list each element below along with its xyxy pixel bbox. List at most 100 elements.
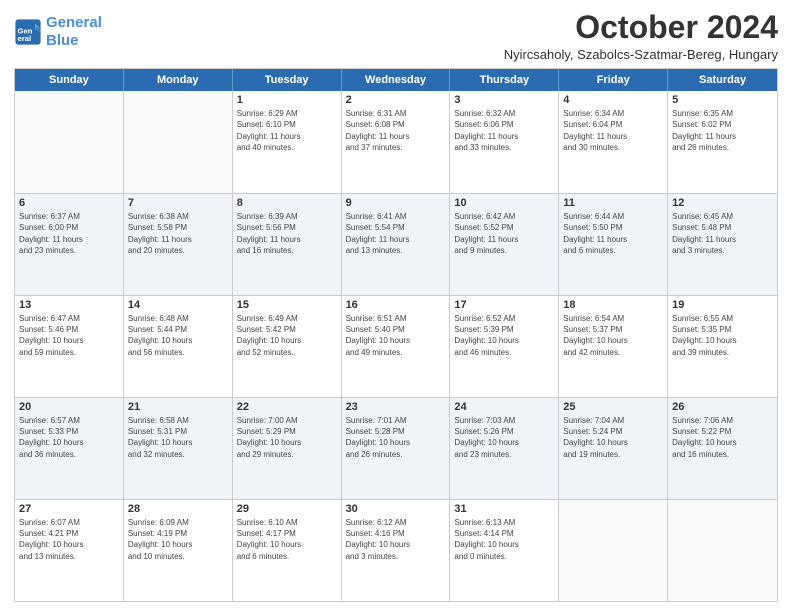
day-number: 1 [237, 94, 337, 106]
calendar-cell: 22Sunrise: 7:00 AM Sunset: 5:29 PM Dayli… [233, 398, 342, 499]
day-number: 20 [19, 401, 119, 413]
day-info: Sunrise: 6:42 AM Sunset: 5:52 PM Dayligh… [454, 211, 554, 256]
day-number: 2 [346, 94, 446, 106]
day-number: 24 [454, 401, 554, 413]
calendar-cell: 18Sunrise: 6:54 AM Sunset: 5:37 PM Dayli… [559, 296, 668, 397]
logo-text: General Blue [46, 14, 102, 50]
calendar-cell [559, 500, 668, 601]
calendar-cell: 1 Sunrise: 6:29 AM Sunset: 6:10 PM Daylig… [233, 91, 342, 193]
calendar-cell: 26 Sunrise: 7:06 AM Sunset: 5:22 PM Dayli… [668, 398, 777, 499]
calendar-cell: 4Sunrise: 6:34 AM Sunset: 6:04 PM Daylig… [559, 91, 668, 193]
calendar-header: SundayMondayTuesdayWednesdayThursdayFrid… [15, 69, 777, 91]
calendar-cell: 10 Sunrise: 6:42 AM Sunset: 5:52 PM Dayli… [450, 194, 559, 295]
day-info: Sunrise: 6:09 AM Sunset: 4:19 PM Dayligh… [128, 517, 228, 562]
day-number: 3 [454, 94, 554, 106]
calendar-cell: 29Sunrise: 6:10 AM Sunset: 4:17 PM Dayli… [233, 500, 342, 601]
weekday-header: Thursday [450, 69, 559, 91]
calendar-cell: 23 Sunrise: 7:01 AM Sunset: 5:28 PM Dayli… [342, 398, 451, 499]
day-number: 16 [346, 299, 446, 311]
day-number: 23 [346, 401, 446, 413]
day-number: 10 [454, 197, 554, 209]
day-info: Sunrise: 6:38 AM Sunset: 5:58 PM Dayligh… [128, 211, 228, 256]
day-number: 21 [128, 401, 228, 413]
calendar-cell: 9Sunrise: 6:41 AM Sunset: 5:54 PM Daylig… [342, 194, 451, 295]
day-info: Sunrise: 7:06 AM Sunset: 5:22 PM Dayligh… [672, 415, 773, 460]
calendar-cell [668, 500, 777, 601]
day-number: 30 [346, 503, 446, 515]
calendar-body: 1 Sunrise: 6:29 AM Sunset: 6:10 PM Daylig… [15, 91, 777, 601]
calendar-cell: 14Sunrise: 6:48 AM Sunset: 5:44 PM Dayli… [124, 296, 233, 397]
calendar-cell: 2Sunrise: 6:31 AM Sunset: 6:08 PM Daylig… [342, 91, 451, 193]
calendar-cell: 13 Sunrise: 6:47 AM Sunset: 5:46 PM Dayli… [15, 296, 124, 397]
day-number: 25 [563, 401, 663, 413]
location: Nyircsaholy, Szabolcs-Szatmar-Bereg, Hun… [504, 47, 778, 62]
day-info: Sunrise: 7:01 AM Sunset: 5:28 PM Dayligh… [346, 415, 446, 460]
day-number: 26 [672, 401, 773, 413]
logo-line2: Blue [46, 32, 79, 49]
day-number: 29 [237, 503, 337, 515]
day-info: Sunrise: 6:35 AM Sunset: 6:02 PM Dayligh… [672, 108, 773, 153]
calendar-cell: 30 Sunrise: 6:12 AM Sunset: 4:16 PM Dayli… [342, 500, 451, 601]
page: Gen eral General Blue October 2024 Nyirc… [0, 0, 792, 612]
svg-text:eral: eral [18, 34, 32, 43]
day-number: 7 [128, 197, 228, 209]
calendar-cell: 8 Sunrise: 6:39 AM Sunset: 5:56 PM Daylig… [233, 194, 342, 295]
weekday-header: Friday [559, 69, 668, 91]
calendar-row: 20 Sunrise: 6:57 AM Sunset: 5:33 PM Dayli… [15, 397, 777, 499]
day-number: 13 [19, 299, 119, 311]
day-info: Sunrise: 6:29 AM Sunset: 6:10 PM Dayligh… [237, 108, 337, 153]
day-info: Sunrise: 6:51 AM Sunset: 5:40 PM Dayligh… [346, 313, 446, 358]
day-info: Sunrise: 6:07 AM Sunset: 4:21 PM Dayligh… [19, 517, 119, 562]
day-info: Sunrise: 6:57 AM Sunset: 5:33 PM Dayligh… [19, 415, 119, 460]
calendar-cell: 15 Sunrise: 6:49 AM Sunset: 5:42 PM Dayli… [233, 296, 342, 397]
header: Gen eral General Blue October 2024 Nyirc… [14, 10, 778, 62]
day-info: Sunrise: 6:48 AM Sunset: 5:44 PM Dayligh… [128, 313, 228, 358]
day-info: Sunrise: 6:52 AM Sunset: 5:39 PM Dayligh… [454, 313, 554, 358]
logo-area: Gen eral General Blue [14, 14, 102, 50]
day-info: Sunrise: 6:12 AM Sunset: 4:16 PM Dayligh… [346, 517, 446, 562]
calendar-cell: 20 Sunrise: 6:57 AM Sunset: 5:33 PM Dayli… [15, 398, 124, 499]
day-info: Sunrise: 6:39 AM Sunset: 5:56 PM Dayligh… [237, 211, 337, 256]
calendar-cell: 11 Sunrise: 6:44 AM Sunset: 5:50 PM Dayli… [559, 194, 668, 295]
day-number: 19 [672, 299, 773, 311]
day-number: 15 [237, 299, 337, 311]
day-info: Sunrise: 6:44 AM Sunset: 5:50 PM Dayligh… [563, 211, 663, 256]
logo-line1: General [46, 14, 102, 31]
day-info: Sunrise: 6:49 AM Sunset: 5:42 PM Dayligh… [237, 313, 337, 358]
calendar-cell: 21Sunrise: 6:58 AM Sunset: 5:31 PM Dayli… [124, 398, 233, 499]
calendar-row: 13 Sunrise: 6:47 AM Sunset: 5:46 PM Dayli… [15, 295, 777, 397]
calendar: SundayMondayTuesdayWednesdayThursdayFrid… [14, 68, 778, 602]
day-number: 9 [346, 197, 446, 209]
calendar-cell: 24Sunrise: 7:03 AM Sunset: 5:26 PM Dayli… [450, 398, 559, 499]
calendar-cell: 17Sunrise: 6:52 AM Sunset: 5:39 PM Dayli… [450, 296, 559, 397]
day-info: Sunrise: 6:47 AM Sunset: 5:46 PM Dayligh… [19, 313, 119, 358]
weekday-header: Saturday [668, 69, 777, 91]
day-number: 6 [19, 197, 119, 209]
day-number: 8 [237, 197, 337, 209]
day-info: Sunrise: 6:45 AM Sunset: 5:48 PM Dayligh… [672, 211, 773, 256]
calendar-cell: 7 Sunrise: 6:38 AM Sunset: 5:58 PM Daylig… [124, 194, 233, 295]
weekday-header: Sunday [15, 69, 124, 91]
month-title: October 2024 [504, 10, 778, 45]
day-number: 31 [454, 503, 554, 515]
calendar-cell: 25Sunrise: 7:04 AM Sunset: 5:24 PM Dayli… [559, 398, 668, 499]
calendar-cell: 28Sunrise: 6:09 AM Sunset: 4:19 PM Dayli… [124, 500, 233, 601]
day-info: Sunrise: 6:34 AM Sunset: 6:04 PM Dayligh… [563, 108, 663, 153]
calendar-cell [124, 91, 233, 193]
weekday-header: Wednesday [342, 69, 451, 91]
calendar-cell: 6 Sunrise: 6:37 AM Sunset: 6:00 PM Daylig… [15, 194, 124, 295]
calendar-cell: 19 Sunrise: 6:55 AM Sunset: 5:35 PM Dayli… [668, 296, 777, 397]
calendar-cell: 5Sunrise: 6:35 AM Sunset: 6:02 PM Daylig… [668, 91, 777, 193]
day-number: 12 [672, 197, 773, 209]
calendar-cell: 31Sunrise: 6:13 AM Sunset: 4:14 PM Dayli… [450, 500, 559, 601]
calendar-row: 27Sunrise: 6:07 AM Sunset: 4:21 PM Dayli… [15, 499, 777, 601]
calendar-cell: 12 Sunrise: 6:45 AM Sunset: 5:48 PM Dayli… [668, 194, 777, 295]
day-info: Sunrise: 7:00 AM Sunset: 5:29 PM Dayligh… [237, 415, 337, 460]
calendar-row: 1 Sunrise: 6:29 AM Sunset: 6:10 PM Daylig… [15, 91, 777, 193]
day-info: Sunrise: 6:37 AM Sunset: 6:00 PM Dayligh… [19, 211, 119, 256]
day-info: Sunrise: 6:55 AM Sunset: 5:35 PM Dayligh… [672, 313, 773, 358]
day-number: 18 [563, 299, 663, 311]
weekday-header: Tuesday [233, 69, 342, 91]
logo-icon: Gen eral [14, 18, 42, 46]
day-number: 11 [563, 197, 663, 209]
